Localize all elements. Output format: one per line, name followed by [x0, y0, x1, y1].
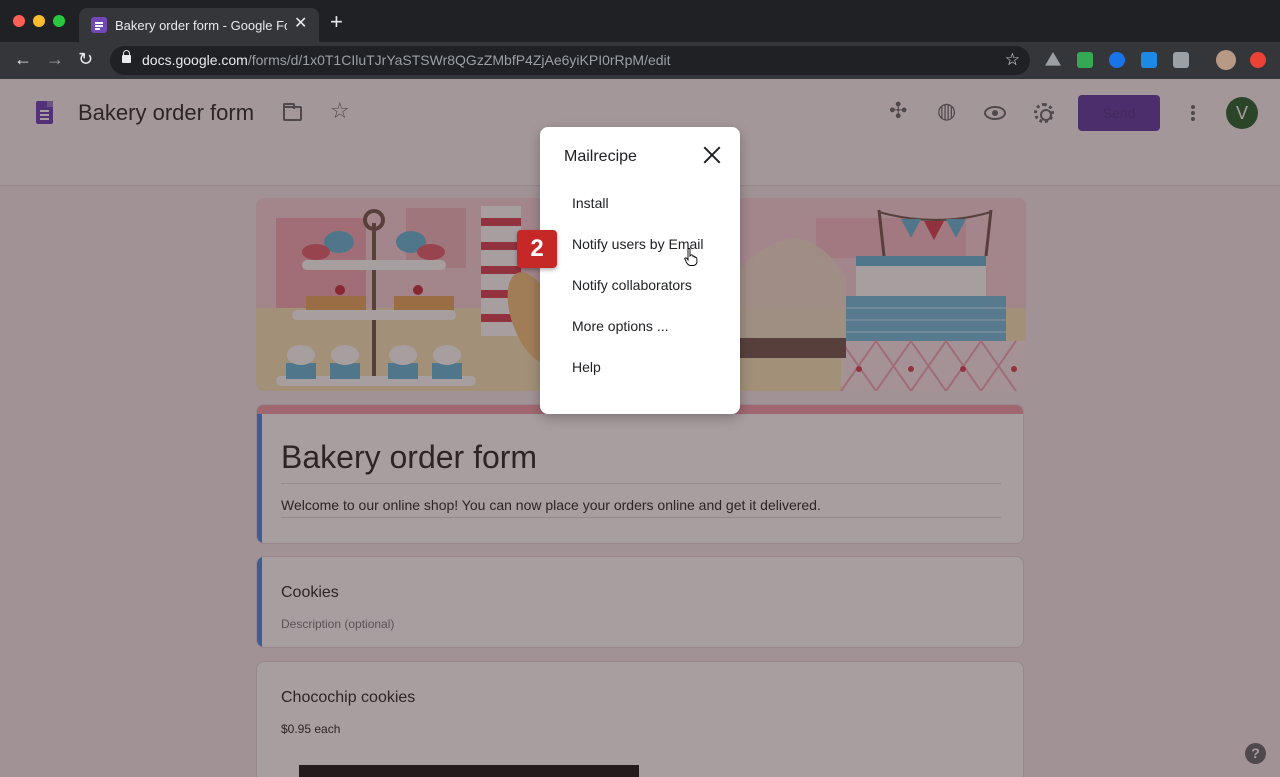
forward-icon[interactable]: → [46, 50, 64, 68]
menu-item-more-options[interactable]: More options ... [572, 318, 669, 334]
drive-extension-icon[interactable] [1045, 52, 1061, 66]
compass-extension-icon[interactable] [1109, 52, 1125, 68]
reload-icon[interactable]: ↻ [78, 50, 93, 68]
window-maximize-button[interactable] [53, 15, 65, 27]
mailrecipe-dialog: Mailrecipe Install Notify users by Email… [540, 127, 740, 414]
notion-extension-icon[interactable] [1141, 52, 1157, 68]
dialog-close-icon[interactable] [702, 145, 722, 165]
lock-icon [122, 50, 131, 63]
bookmark-star-icon[interactable]: ☆ [1005, 50, 1020, 70]
url-text: docs.google.com/forms/d/1x0T1CIluTJrYaST… [142, 52, 671, 68]
step-number-badge: 2 [517, 230, 557, 268]
tab-title: Bakery order form - Google Forms [115, 18, 287, 33]
menu-item-notify-collaborators[interactable]: Notify collaborators [572, 277, 692, 293]
mail-extension-icon[interactable] [1077, 52, 1093, 68]
window-close-button[interactable] [13, 15, 25, 27]
menu-item-help[interactable]: Help [572, 359, 601, 375]
dialog-title: Mailrecipe [564, 148, 637, 165]
hand-pointer-cursor-icon [684, 248, 698, 266]
address-bar[interactable]: docs.google.com/forms/d/1x0T1CIluTJrYaST… [110, 46, 1030, 75]
menu-item-install[interactable]: Install [572, 195, 609, 211]
profile-avatar-icon[interactable] [1216, 50, 1236, 70]
window-minimize-button[interactable] [33, 15, 45, 27]
new-tab-button[interactable]: + [330, 11, 343, 33]
tab-close-icon[interactable]: ✕ [294, 16, 307, 32]
browser-toolbar: ← → ↻ docs.google.com/forms/d/1x0T1CIluT… [0, 42, 1280, 79]
url-host: docs.google.com [142, 52, 248, 68]
browser-titlebar: Bakery order form - Google Forms ✕ + [0, 0, 1280, 42]
browser-tab[interactable]: Bakery order form - Google Forms ✕ [79, 8, 319, 42]
chat-extension-icon[interactable] [1173, 52, 1189, 68]
extension-red-icon[interactable] [1250, 52, 1266, 68]
back-icon[interactable]: ← [14, 50, 32, 68]
forms-favicon-icon [91, 17, 107, 33]
url-path: /forms/d/1x0T1CIluTJrYaSTSWr8QGzZMbfP4Zj… [247, 52, 671, 68]
